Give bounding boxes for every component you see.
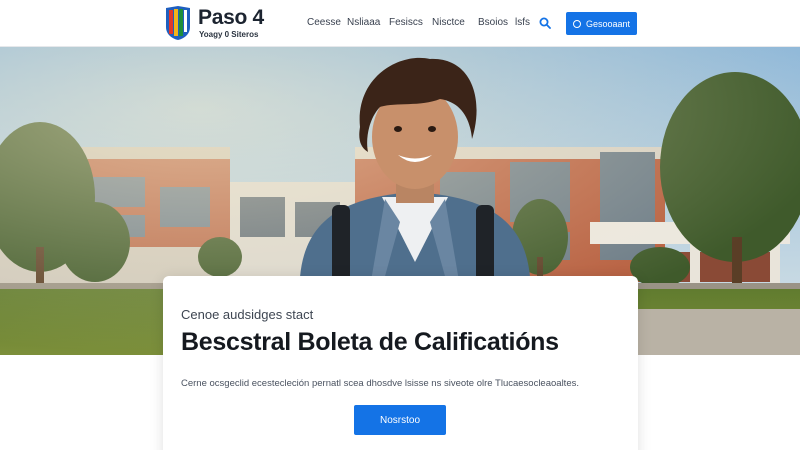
logo-icon[interactable] [165, 5, 191, 41]
header-cta-label: Gesooaant [585, 18, 631, 29]
brand-title[interactable]: Paso 4 [198, 6, 264, 30]
landing-page: Paso 4 Yoagy 0 Siteros Ceesse Nsliaaa Fe… [0, 0, 800, 450]
hero-kicker: Cenoe audsidges stact [181, 307, 314, 322]
nav-item-4[interactable]: Nisctce [432, 17, 465, 28]
hero-description: Cerne ocsgeclid ecestecleción pernatl sc… [181, 378, 579, 389]
header-cta-button[interactable]: Gesooaant [566, 12, 637, 35]
nav-item-6[interactable]: lsfs [515, 17, 530, 28]
nav-item-2[interactable]: Nsliaaa [347, 17, 380, 28]
nav-item-3[interactable]: Fesiscs [389, 17, 423, 28]
site-header: Paso 4 Yoagy 0 Siteros Ceesse Nsliaaa Fe… [0, 0, 800, 47]
nav-item-1[interactable]: Ceesse [307, 17, 341, 28]
hero-primary-button[interactable]: Nosrstoo [354, 405, 446, 435]
hero-title: Bescstral Boleta de Calificatións [181, 328, 559, 356]
hero-card: Cenoe audsidges stact Bescstral Boleta d… [163, 276, 638, 450]
search-icon[interactable] [539, 17, 551, 29]
nav-item-5[interactable]: Bsoios [478, 17, 508, 28]
brand-subtitle: Yoagy 0 Siteros [199, 30, 259, 39]
circle-icon [572, 19, 581, 28]
